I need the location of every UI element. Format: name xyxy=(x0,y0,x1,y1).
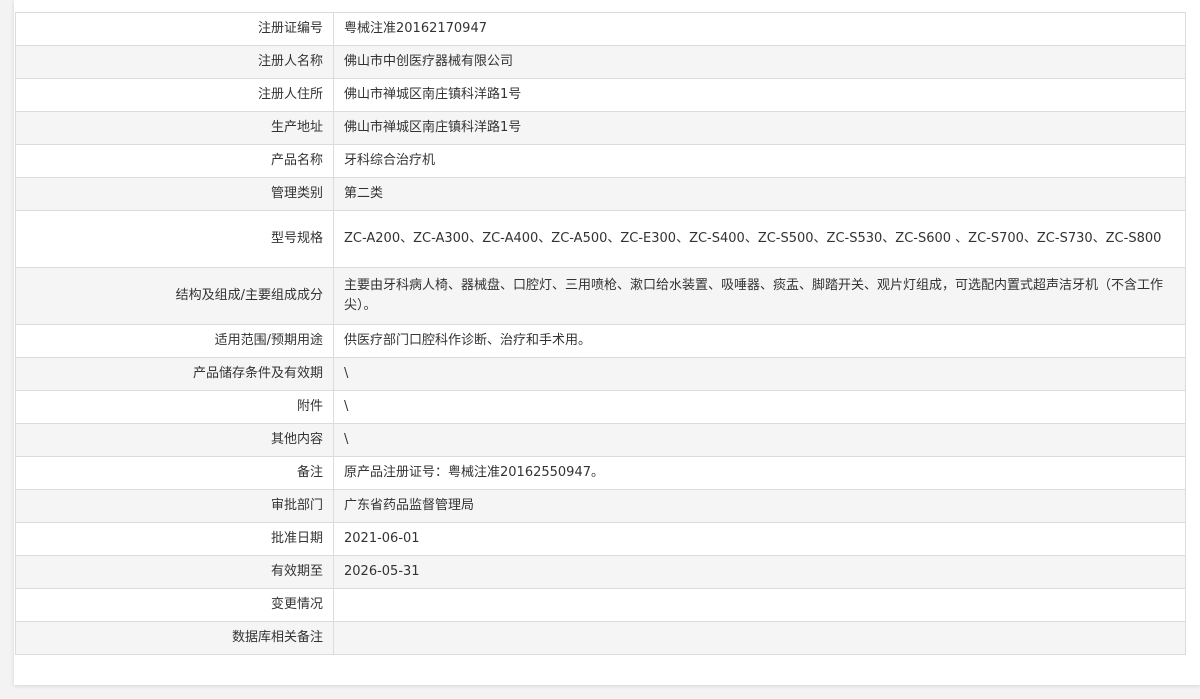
row-value-storage: \ xyxy=(333,357,1186,391)
row-label-production-address: 生产地址 xyxy=(15,111,334,145)
row-label-other-content: 其他内容 xyxy=(15,423,334,457)
row-value-attachments: \ xyxy=(333,390,1186,424)
table-row: 产品名称 牙科综合治疗机 xyxy=(15,144,1186,178)
row-label-model-spec: 型号规格 xyxy=(15,210,334,268)
table-row: 审批部门 广东省药品监督管理局 xyxy=(15,489,1186,523)
row-label-registrant-address: 注册人住所 xyxy=(15,78,334,112)
row-label-structure: 结构及组成/主要组成成分 xyxy=(15,267,334,325)
row-value-structure: 主要由牙科病人椅、器械盘、口腔灯、三用喷枪、漱口给水装置、吸唾器、痰盂、脚踏开关… xyxy=(333,267,1186,325)
row-label-database-notes: 数据库相关备注 xyxy=(15,621,334,655)
row-label-intended-use: 适用范围/预期用途 xyxy=(15,324,334,358)
row-label-registrant-name: 注册人名称 xyxy=(15,45,334,79)
row-label-valid-until: 有效期至 xyxy=(15,555,334,589)
table-row: 数据库相关备注 xyxy=(15,621,1186,655)
row-value-database-notes xyxy=(333,621,1186,655)
row-value-other-content: \ xyxy=(333,423,1186,457)
row-label-product-name: 产品名称 xyxy=(15,144,334,178)
row-label-change-status: 变更情况 xyxy=(15,588,334,622)
row-value-registrant-address: 佛山市禅城区南庄镇科洋路1号 xyxy=(333,78,1186,112)
table-row: 管理类别 第二类 xyxy=(15,177,1186,211)
table-row: 注册人名称 佛山市中创医疗器械有限公司 xyxy=(15,45,1186,79)
row-label-attachments: 附件 xyxy=(15,390,334,424)
row-value-management-class: 第二类 xyxy=(333,177,1186,211)
row-value-production-address: 佛山市禅城区南庄镇科洋路1号 xyxy=(333,111,1186,145)
table-row: 结构及组成/主要组成成分 主要由牙科病人椅、器械盘、口腔灯、三用喷枪、漱口给水装… xyxy=(15,267,1186,325)
row-value-valid-until: 2026-05-31 xyxy=(333,555,1186,589)
table-row: 适用范围/预期用途 供医疗部门口腔科作诊断、治疗和手术用。 xyxy=(15,324,1186,358)
row-label-approval-date: 批准日期 xyxy=(15,522,334,556)
row-value-intended-use: 供医疗部门口腔科作诊断、治疗和手术用。 xyxy=(333,324,1186,358)
table-row: 变更情况 xyxy=(15,588,1186,622)
table-row: 附件 \ xyxy=(15,390,1186,424)
row-value-approval-dept: 广东省药品监督管理局 xyxy=(333,489,1186,523)
row-value-change-status xyxy=(333,588,1186,622)
table-row: 其他内容 \ xyxy=(15,423,1186,457)
table-row: 批准日期 2021-06-01 xyxy=(15,522,1186,556)
table-row: 生产地址 佛山市禅城区南庄镇科洋路1号 xyxy=(15,111,1186,145)
table-row: 备注 原产品注册证号：粤械注准20162550947。 xyxy=(15,456,1186,490)
row-value-product-name: 牙科综合治疗机 xyxy=(333,144,1186,178)
table-row: 注册人住所 佛山市禅城区南庄镇科洋路1号 xyxy=(15,78,1186,112)
row-value-model-spec: ZC-A200、ZC-A300、ZC-A400、ZC-A500、ZC-E300、… xyxy=(333,210,1186,268)
row-value-approval-date: 2021-06-01 xyxy=(333,522,1186,556)
row-value-remarks: 原产品注册证号：粤械注准20162550947。 xyxy=(333,456,1186,490)
row-value-registration-number: 粤械注准20162170947 xyxy=(333,12,1186,46)
table-row: 产品储存条件及有效期 \ xyxy=(15,357,1186,391)
table-row: 注册证编号 粤械注准20162170947 xyxy=(15,12,1186,46)
row-label-management-class: 管理类别 xyxy=(15,177,334,211)
row-label-registration-number: 注册证编号 xyxy=(15,12,334,46)
row-label-remarks: 备注 xyxy=(15,456,334,490)
row-label-approval-dept: 审批部门 xyxy=(15,489,334,523)
row-value-registrant-name: 佛山市中创医疗器械有限公司 xyxy=(333,45,1186,79)
registration-detail-table: 注册证编号 粤械注准20162170947 注册人名称 佛山市中创医疗器械有限公… xyxy=(15,12,1186,655)
row-label-storage: 产品储存条件及有效期 xyxy=(15,357,334,391)
table-row: 有效期至 2026-05-31 xyxy=(15,555,1186,589)
table-row: 型号规格 ZC-A200、ZC-A300、ZC-A400、ZC-A500、ZC-… xyxy=(15,210,1186,268)
